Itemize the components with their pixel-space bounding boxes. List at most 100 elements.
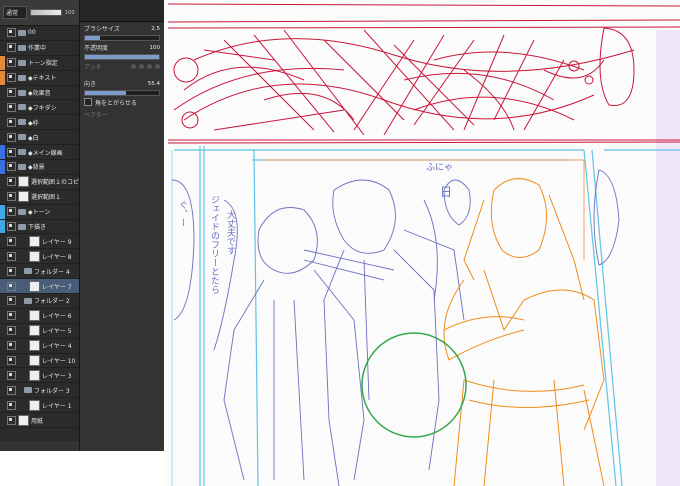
layer-toolbar: 通常 100 xyxy=(0,0,79,26)
layer-visibility-toggle[interactable] xyxy=(7,58,16,68)
layer-row[interactable]: フォルダー 2 xyxy=(0,294,79,309)
layer-visibility-toggle[interactable] xyxy=(7,400,16,410)
layer-row[interactable]: 00 xyxy=(0,26,79,41)
layer-row[interactable]: レイヤー 3 xyxy=(0,368,79,384)
layer-row[interactable]: レイヤー 8 xyxy=(0,249,79,265)
folder-icon xyxy=(18,163,26,170)
layer-row[interactable]: ◆メイン線画 xyxy=(0,145,79,161)
layer-color-tag xyxy=(0,41,5,55)
layer-row[interactable]: 下描き xyxy=(0,219,79,235)
folder-icon xyxy=(18,134,26,141)
layer-thumbnail xyxy=(29,280,40,292)
layer-visibility-toggle[interactable] xyxy=(7,326,16,336)
layer-visibility-toggle[interactable] xyxy=(7,370,16,380)
layer-row[interactable]: 用紙 xyxy=(0,413,79,429)
layer-row[interactable]: トーン指定 xyxy=(0,55,79,71)
layer-visibility-toggle[interactable] xyxy=(7,132,16,142)
drawing-canvas[interactable]: ふにゃ 日 大丈夫です ジェイドのフリーとたら ぐ、ー xyxy=(164,0,680,486)
layer-color-tag xyxy=(0,175,5,189)
layer-visibility-toggle[interactable] xyxy=(7,88,16,97)
layer-thumbnail xyxy=(18,414,29,426)
tool-opacity-value[interactable]: 100 xyxy=(150,45,161,51)
speech-text-4: ぐ、ー xyxy=(177,200,187,227)
direction-slider[interactable] xyxy=(84,90,160,96)
brush-size-value[interactable]: 2.5 xyxy=(151,26,160,32)
layer-visibility-toggle[interactable] xyxy=(7,192,16,202)
layer-visibility-toggle[interactable] xyxy=(7,281,16,291)
layer-visibility-toggle[interactable] xyxy=(7,28,16,38)
layer-opacity-slider[interactable] xyxy=(30,9,62,16)
layer-row[interactable]: レイヤー 1 xyxy=(0,398,79,414)
layer-row[interactable]: レイヤー 4 xyxy=(0,339,79,354)
layer-visibility-toggle[interactable] xyxy=(7,147,16,157)
layer-row[interactable]: レイヤー 10 xyxy=(0,354,79,369)
layer-row[interactable]: 選択範囲１ xyxy=(0,190,79,205)
folder-icon xyxy=(18,44,26,51)
layer-row[interactable]: レイヤー 9 xyxy=(0,234,79,250)
layer-row[interactable]: ◆効果音 xyxy=(0,86,79,101)
layer-color-tag xyxy=(0,204,5,219)
sketch-artwork: ふにゃ 日 大丈夫です ジェイドのフリーとたら ぐ、ー xyxy=(164,0,680,486)
layer-row[interactable]: ◆フキダシ xyxy=(0,100,79,116)
layer-visibility-toggle[interactable] xyxy=(7,296,16,306)
tool-opacity-row[interactable]: 不透明度 100 xyxy=(80,41,164,54)
speech-text-3: ジェイドのフリーとたら xyxy=(209,195,220,294)
layer-row[interactable]: ◆テキスト xyxy=(0,70,79,86)
layer-thumbnail xyxy=(29,235,40,247)
layer-row[interactable]: フォルダー 4 xyxy=(0,264,79,280)
layer-visibility-toggle[interactable] xyxy=(7,177,16,187)
layer-name: ◆背景 xyxy=(28,164,45,172)
direction-value[interactable]: 55.4 xyxy=(148,81,160,87)
layer-visibility-toggle[interactable] xyxy=(7,356,16,366)
layer-thumbnail xyxy=(29,355,40,367)
corner-checkbox-box[interactable] xyxy=(84,98,92,106)
layer-visibility-toggle[interactable] xyxy=(7,341,16,351)
folder-icon xyxy=(18,89,26,96)
corner-checkbox[interactable]: 角をとがらせる xyxy=(80,96,164,108)
layer-color-tag xyxy=(0,354,5,368)
folder-icon xyxy=(24,297,32,304)
layer-row[interactable]: フォルダー 3 xyxy=(0,383,79,399)
layer-name: フォルダー 2 xyxy=(34,298,70,306)
layer-visibility-toggle[interactable] xyxy=(7,162,16,172)
layer-visibility-toggle[interactable] xyxy=(7,102,16,112)
layer-visibility-toggle[interactable] xyxy=(7,222,16,232)
layer-row[interactable]: 作業中 xyxy=(0,41,79,56)
layer-visibility-toggle[interactable] xyxy=(7,311,16,321)
layer-visibility-toggle[interactable] xyxy=(7,251,16,261)
layer-visibility-toggle[interactable] xyxy=(7,236,16,246)
layer-visibility-toggle[interactable] xyxy=(7,73,16,83)
layer-visibility-toggle[interactable] xyxy=(7,43,16,53)
antialias-options[interactable] xyxy=(131,64,160,69)
layer-visibility-toggle[interactable] xyxy=(7,207,16,217)
vector-row[interactable]: ベクター xyxy=(80,108,164,121)
layer-row[interactable]: ◆背景 xyxy=(0,160,79,175)
layer-color-tag xyxy=(0,130,5,144)
layer-thumbnail xyxy=(29,310,40,322)
layer-color-tag xyxy=(0,309,5,323)
layer-visibility-toggle[interactable] xyxy=(7,117,16,127)
layer-visibility-toggle[interactable] xyxy=(7,266,16,276)
layer-visibility-toggle[interactable] xyxy=(7,415,16,425)
brush-size-row[interactable]: ブラシサイズ 2.5 xyxy=(80,22,164,35)
layer-visibility-toggle[interactable] xyxy=(7,385,16,395)
brush-size-slider[interactable] xyxy=(84,35,160,41)
speech-text-1: ふにゃ xyxy=(426,162,453,173)
layer-row[interactable]: ◆枠 xyxy=(0,115,79,131)
page-bleed-area xyxy=(656,30,680,486)
tool-opacity-slider[interactable] xyxy=(84,54,160,60)
antialias-row[interactable]: アンチ xyxy=(80,60,164,73)
layer-row[interactable]: レイヤー 7 xyxy=(0,279,79,295)
layer-row[interactable]: 選択範囲１のコピー xyxy=(0,175,79,190)
layer-row[interactable]: レイヤー 5 xyxy=(0,324,79,339)
layer-row[interactable]: ◆白 xyxy=(0,130,79,146)
layer-name: 作業中 xyxy=(28,45,47,53)
blend-mode-select[interactable]: 通常 xyxy=(3,6,27,19)
layer-row[interactable]: ◆トーン xyxy=(0,204,79,220)
layer-name: レイヤー 1 xyxy=(42,402,72,410)
layer-name: レイヤー 10 xyxy=(42,358,76,366)
layer-row[interactable]: レイヤー 6 xyxy=(0,309,79,324)
direction-row[interactable]: 向き 55.4 xyxy=(80,77,164,90)
layer-name: レイヤー 3 xyxy=(42,372,72,380)
layer-panel-footer xyxy=(0,441,79,451)
